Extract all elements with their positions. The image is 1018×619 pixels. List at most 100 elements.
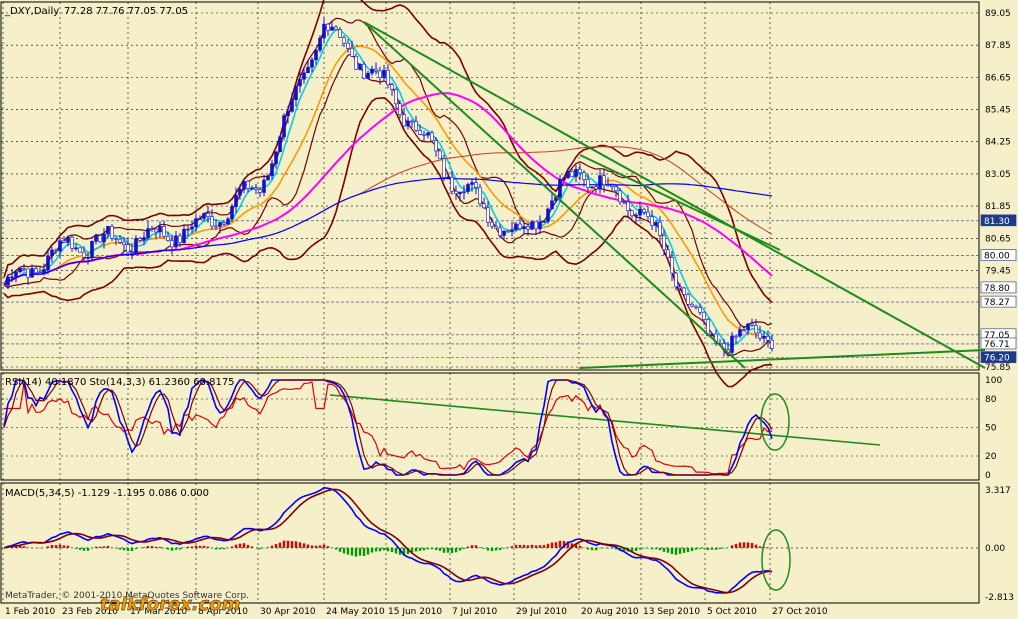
candle-body: [702, 311, 706, 320]
candle-body: [114, 238, 118, 240]
candle-body: [202, 213, 206, 219]
candle-body: [330, 26, 334, 31]
candle-body: [674, 272, 678, 288]
bollinger-inner-lower: [3, 53, 773, 357]
candle-body: [46, 255, 50, 270]
candle-body: [538, 222, 542, 230]
candle-body: [326, 23, 330, 31]
candle-body: [690, 303, 694, 307]
candle-body: [274, 151, 278, 164]
rsi-tick-label: 80: [985, 395, 997, 405]
candle-body: [294, 85, 298, 101]
candle-body: [406, 120, 410, 127]
candle-body: [218, 222, 222, 227]
candle-body: [394, 89, 398, 105]
macd-tick-label: 3.317: [985, 486, 1011, 496]
candle-body: [50, 249, 54, 257]
candle-body: [510, 229, 514, 232]
candle-body: [246, 180, 250, 189]
macd-label: MACD(5,34,5) -1.129 -1.195 0.086 0.000: [5, 488, 209, 499]
ma-blue-line: [3, 177, 773, 286]
candle-body: [94, 235, 98, 242]
level-label: 78.80: [984, 284, 1010, 294]
candle-body: [654, 221, 658, 226]
candle-body: [430, 132, 434, 141]
candle-body: [22, 268, 26, 270]
price-tick-label: 86.65: [985, 73, 1011, 83]
macd-panel[interactable]: [0, 482, 980, 604]
candle-body: [78, 247, 82, 253]
candle-body: [442, 158, 446, 178]
candle-body: [130, 251, 134, 254]
candle-body: [390, 84, 394, 90]
candle-body: [582, 172, 586, 180]
candle-body: [614, 186, 618, 192]
candle-body: [670, 257, 674, 274]
candle-body: [250, 187, 254, 190]
bollinger-bands: [3, 0, 773, 388]
candle-body: [74, 247, 78, 250]
ma-magenta-line: [3, 92, 773, 286]
candle-body: [314, 49, 318, 61]
trendlines[interactable]: [329, 21, 986, 446]
candle-body: [226, 218, 230, 225]
candle-body: [494, 225, 498, 229]
candle-body: [366, 72, 370, 79]
candle-body: [306, 66, 310, 74]
candle-body: [574, 169, 578, 177]
price-tick-label: 75.85: [985, 363, 1011, 373]
macd-highlight-ellipse: [761, 529, 791, 591]
candle-body: [514, 223, 518, 230]
candle-body: [318, 37, 322, 51]
candle-body: [438, 150, 442, 160]
ma-brown-line: [3, 146, 773, 286]
candle-body: [346, 42, 350, 49]
candle-body: [6, 276, 10, 286]
candle-body: [518, 223, 522, 229]
candle-body: [682, 287, 686, 295]
price-chart-window[interactable]: 89.05 87.85 86.65 85.45 84.25 83.05 81.85 80.65…: [0, 0, 1018, 619]
candle-body: [710, 333, 714, 337]
candle-body: [418, 130, 422, 135]
candle-body: [466, 184, 470, 192]
candle-body: [754, 325, 758, 334]
candle-body: [550, 200, 554, 210]
candle-body: [194, 218, 198, 228]
candle-body: [242, 180, 246, 190]
candle-body: [10, 276, 14, 279]
candle-body: [750, 323, 754, 326]
candle-body: [34, 268, 38, 274]
candle-body: [142, 237, 146, 241]
macd-signal-line: [3, 488, 773, 594]
candle-body: [458, 191, 462, 195]
candle-body: [594, 186, 598, 190]
candle-body: [658, 221, 662, 236]
candle-body: [262, 179, 266, 193]
candle-body: [342, 37, 346, 44]
candle-body: [526, 226, 530, 230]
candle-body: [26, 268, 30, 278]
candle-body: [634, 214, 638, 217]
candle-body: [434, 140, 438, 152]
candle-body: [350, 48, 354, 57]
candle-body: [426, 132, 430, 136]
candle-body: [282, 115, 286, 138]
candle-body: [214, 225, 218, 228]
candle-body: [86, 257, 90, 259]
candle-body: [106, 225, 110, 235]
axis-labels: 89.05 87.85 86.65 85.45 84.25 83.05 81.85 80.65…: [5, 9, 1017, 617]
candle-body: [118, 238, 122, 243]
candle-body: [162, 226, 166, 237]
candle-body: [570, 171, 574, 177]
candle-body: [622, 201, 626, 204]
candle-body: [398, 103, 402, 115]
rsi-tick-label: 100: [985, 376, 1002, 386]
candle-body: [138, 238, 142, 241]
candle-body: [38, 272, 42, 275]
main-price-panel[interactable]: [0, 1, 980, 371]
candle-body: [70, 236, 74, 249]
candle-body: [82, 251, 86, 258]
ohlc-values: 77.28 77.76 77.05 77.05: [64, 6, 188, 17]
candle-body: [610, 184, 614, 188]
candle-body: [134, 238, 138, 254]
